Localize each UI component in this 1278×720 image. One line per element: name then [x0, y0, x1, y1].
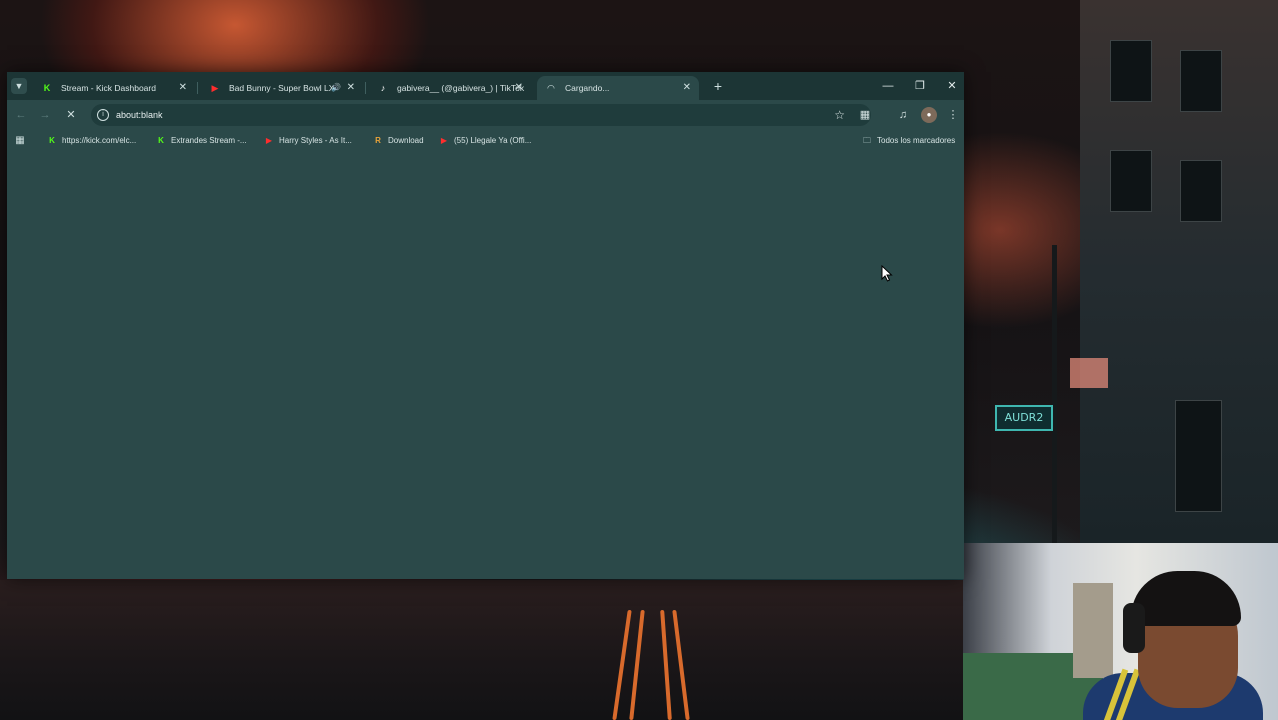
tab-loading[interactable]: ◠ Cargando... ✕ — [537, 76, 699, 100]
webcam-shelf — [1073, 583, 1113, 678]
extensions-icon[interactable]: ▦ — [857, 107, 873, 123]
restore-button[interactable]: ❐ — [905, 76, 935, 96]
close-icon[interactable]: ✕ — [347, 76, 355, 100]
webcam-person-hair — [1131, 571, 1241, 626]
bookmark-download[interactable]: R Download — [373, 132, 424, 150]
media-control-icon[interactable]: ♫ — [895, 107, 911, 123]
tab-kick-dashboard[interactable]: K Stream - Kick Dashboard ✕ — [33, 76, 195, 100]
tab-separator — [365, 82, 366, 94]
wallpaper-street-sign: AUDR2 — [995, 405, 1053, 431]
bookmark-label: https://kick.com/elc... — [62, 136, 137, 145]
tab-bad-bunny[interactable]: ▶ Bad Bunny - Super Bowl LX 🔊 ✕ — [201, 76, 363, 100]
new-tab-button[interactable]: + — [709, 77, 727, 95]
bookmark-harry-styles[interactable]: ▶ Harry Styles - As It... — [264, 132, 352, 150]
close-window-button[interactable]: ✕ — [937, 76, 967, 96]
mouse-cursor-icon — [881, 265, 893, 282]
tab-strip: ▼ K Stream - Kick Dashboard ✕ ▶ Bad Bunn… — [7, 72, 964, 100]
youtube-icon: ▶ — [265, 136, 273, 145]
browser-window: ▼ K Stream - Kick Dashboard ✕ ▶ Bad Bunn… — [7, 72, 964, 579]
stop-loading-button[interactable]: ✕ — [63, 107, 79, 123]
tab-title: Cargando... — [565, 83, 610, 93]
bookmark-label: Extrandes Stream -... — [171, 136, 247, 145]
tab-title: Bad Bunny - Super Bowl LX — [229, 83, 335, 93]
tiktok-icon: ♪ — [380, 83, 386, 93]
download-r-icon: R — [375, 136, 381, 145]
bookmark-star-icon[interactable]: ☆ — [834, 104, 845, 126]
wallpaper-building — [1080, 0, 1278, 545]
forward-button[interactable]: → — [37, 107, 53, 123]
close-icon[interactable]: ✕ — [683, 76, 691, 100]
kick-logo-icon: K — [43, 83, 51, 93]
close-icon[interactable]: ✕ — [179, 76, 187, 100]
tab-search-button[interactable]: ▼ — [11, 78, 27, 94]
loading-spinner-icon: ◠ — [547, 83, 555, 93]
site-info-icon[interactable]: i — [97, 109, 109, 121]
minimize-button[interactable]: — — [873, 76, 903, 96]
tab-title: Stream - Kick Dashboard — [61, 83, 156, 93]
speaker-icon[interactable]: 🔊 — [331, 76, 341, 100]
address-bar[interactable]: i ☆ — [91, 104, 871, 126]
close-icon[interactable]: ✕ — [515, 76, 523, 100]
bookmark-label: (55) Llegale Ya (Offi... — [454, 136, 532, 145]
tab-title: gabivera__ (@gabivera_) | TikTok — [397, 83, 525, 93]
youtube-icon: ▶ — [440, 136, 448, 145]
bookmarks-bar: ▦ K https://kick.com/elc... K Extrandes … — [7, 130, 964, 152]
tab-tiktok[interactable]: ♪ gabivera__ (@gabivera_) | TikTok ✕ — [369, 76, 531, 100]
bookmark-llegale-ya[interactable]: ▶ (55) Llegale Ya (Offi... — [439, 132, 531, 150]
bookmark-extrandes[interactable]: K Extrandes Stream -... — [156, 132, 247, 150]
url-input[interactable] — [116, 104, 716, 126]
wallpaper-road — [0, 580, 965, 720]
wallpaper-neon-sign — [1070, 358, 1108, 388]
webcam-headphones — [1123, 603, 1145, 653]
webcam-overlay — [963, 543, 1278, 720]
bookmark-label: Harry Styles - As It... — [279, 136, 352, 145]
more-menu-icon[interactable]: ⋮ — [945, 107, 961, 123]
bookmark-label: Download — [388, 136, 424, 145]
kick-logo-icon: K — [158, 136, 164, 145]
page-content-area[interactable] — [7, 152, 964, 579]
profile-avatar[interactable]: ● — [921, 107, 937, 123]
bookmark-kick[interactable]: K https://kick.com/elc... — [47, 132, 136, 150]
browser-toolbar: ← → ✕ i ☆ ▦ ♫ ● ⋮ — [7, 100, 964, 130]
back-button[interactable]: ← — [13, 107, 29, 123]
all-bookmarks-label: Todos los marcadores — [877, 136, 956, 145]
wallpaper-lamp-post — [1052, 245, 1057, 545]
tab-separator — [197, 82, 198, 94]
all-bookmarks-folder[interactable]: 🗀 Todos los marcadores — [862, 132, 955, 150]
youtube-icon: ▶ — [211, 83, 219, 93]
apps-grid-icon[interactable]: ▦ — [13, 134, 27, 148]
folder-icon: 🗀 — [863, 136, 871, 145]
kick-logo-icon: K — [49, 136, 55, 145]
